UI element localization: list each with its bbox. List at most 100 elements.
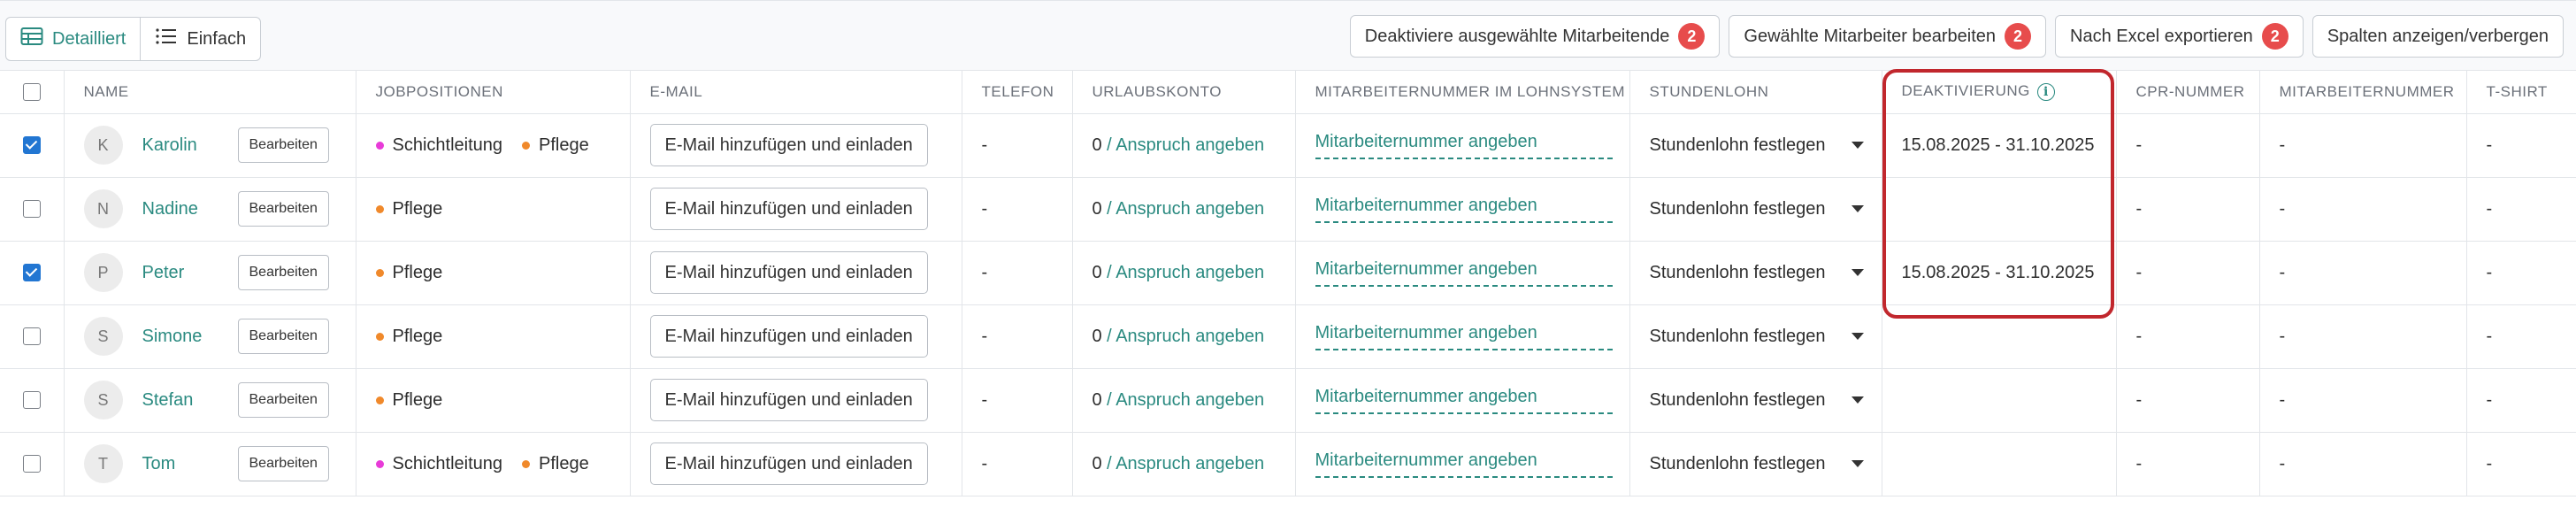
set-employee-number-link[interactable]: Mitarbeiternummer angeben xyxy=(1315,323,1613,350)
row-checkbox[interactable] xyxy=(22,264,41,282)
info-icon[interactable]: i xyxy=(2036,83,2055,101)
set-entitlement-link[interactable]: Anspruch angeben xyxy=(1116,390,1264,410)
job-dot-icon xyxy=(522,142,531,150)
job-tag: Pflege xyxy=(375,327,442,347)
table-row: T Tom Bearbeiten Schichtleitung Pflege E-… xyxy=(0,432,2576,496)
avatar: P xyxy=(83,253,123,292)
job-dot-icon xyxy=(522,460,531,468)
job-dot-icon xyxy=(375,396,384,404)
job-tag: Pflege xyxy=(375,263,442,283)
column-header-cpr[interactable]: CPR-NUMMER xyxy=(2116,71,2260,114)
column-header-tshirt[interactable]: T-SHIRT xyxy=(2466,71,2576,114)
wage-label: Stundenlohn festlegen xyxy=(1649,198,1826,219)
column-header-deactivation-label: DEAKTIVIERUNG xyxy=(1901,82,2030,100)
set-employee-number-link[interactable]: Mitarbeiternummer angeben xyxy=(1315,450,1613,478)
avatar: S xyxy=(83,381,123,419)
phone-cell: - xyxy=(962,113,1073,178)
select-all-checkbox[interactable] xyxy=(22,83,41,101)
row-checkbox[interactable] xyxy=(22,391,41,410)
add-email-invite-button[interactable]: E-Mail hinzufügen und einladen xyxy=(649,315,928,358)
column-header-deactivation[interactable]: DEAKTIVIERUNG i xyxy=(1882,71,2117,114)
vacation-separator: / xyxy=(1101,198,1116,219)
avatar: T xyxy=(83,444,123,483)
row-select-cell xyxy=(0,113,65,178)
set-wage-dropdown[interactable]: Stundenlohn festlegen xyxy=(1650,199,1882,219)
set-entitlement-link[interactable]: Anspruch angeben xyxy=(1116,263,1264,282)
row-checkbox[interactable] xyxy=(22,455,41,473)
vacation-cell: 0 / Anspruch angeben xyxy=(1072,241,1296,305)
avatar: S xyxy=(83,317,123,356)
payroll-number-cell: Mitarbeiternummer angeben xyxy=(1295,304,1630,369)
cpr-cell: - xyxy=(2116,113,2260,178)
column-header-jobs[interactable]: JOBPOSITIONEN xyxy=(356,71,631,114)
column-header-payroll-number[interactable]: MITARBEITERNUMMER IM LOHNSYSTEM xyxy=(1295,71,1630,114)
set-wage-dropdown[interactable]: Stundenlohn festlegen xyxy=(1650,390,1882,411)
set-entitlement-link[interactable]: Anspruch angeben xyxy=(1116,454,1264,473)
job-dot-icon xyxy=(375,333,384,341)
employee-name-link[interactable]: Stefan xyxy=(142,390,238,411)
add-email-invite-button[interactable]: E-Mail hinzufügen und einladen xyxy=(649,251,928,294)
caret-down-icon xyxy=(1851,142,1864,149)
set-employee-number-link[interactable]: Mitarbeiternummer angeben xyxy=(1315,259,1613,287)
employee-name-link[interactable]: Peter xyxy=(142,263,238,283)
employee-name-link[interactable]: Karolin xyxy=(142,135,238,156)
set-entitlement-link[interactable]: Anspruch angeben xyxy=(1116,135,1264,155)
edit-employee-button[interactable]: Bearbeiten xyxy=(237,191,329,227)
row-checkbox[interactable] xyxy=(22,327,41,346)
selection-count-badge: 2 xyxy=(2261,23,2288,50)
add-email-invite-button[interactable]: E-Mail hinzufügen und einladen xyxy=(649,124,928,166)
vacation-separator: / xyxy=(1101,389,1116,410)
set-wage-dropdown[interactable]: Stundenlohn festlegen xyxy=(1650,327,1882,347)
set-wage-dropdown[interactable]: Stundenlohn festlegen xyxy=(1650,454,1882,474)
deactivate-selected-button[interactable]: Deaktiviere ausgewählte Mitarbeitende 2 xyxy=(1349,15,1721,58)
set-employee-number-link[interactable]: Mitarbeiternummer angeben xyxy=(1315,132,1613,159)
column-header-employee-number[interactable]: MITARBEITERNUMMER xyxy=(2259,71,2467,114)
set-employee-number-link[interactable]: Mitarbeiternummer angeben xyxy=(1315,387,1613,414)
column-header-name[interactable]: NAME xyxy=(64,71,356,114)
edit-employee-button[interactable]: Bearbeiten xyxy=(237,382,329,418)
email-cell: E-Mail hinzufügen und einladen xyxy=(630,113,962,178)
column-header-email[interactable]: E-MAIL xyxy=(630,71,962,114)
vacation-cell: 0 / Anspruch angeben xyxy=(1072,304,1296,369)
job-tag: Pflege xyxy=(522,135,589,156)
selection-count-badge: 2 xyxy=(2005,23,2032,50)
jobs-cell: Pflege xyxy=(356,304,631,369)
set-wage-dropdown[interactable]: Stundenlohn festlegen xyxy=(1650,135,1882,156)
edit-employee-button[interactable]: Bearbeiten xyxy=(237,255,329,290)
set-employee-number-link[interactable]: Mitarbeiternummer angeben xyxy=(1315,196,1613,223)
employee-name-link[interactable]: Tom xyxy=(142,454,238,474)
add-email-invite-button[interactable]: E-Mail hinzufügen und einladen xyxy=(649,442,928,485)
toggle-columns-label: Spalten anzeigen/verbergen xyxy=(2327,26,2549,46)
add-email-invite-button[interactable]: E-Mail hinzufügen und einladen xyxy=(649,188,928,230)
job-dot-icon xyxy=(375,142,384,150)
employee-name-link[interactable]: Simone xyxy=(142,327,238,347)
job-tag: Pflege xyxy=(375,390,442,411)
column-header-vacation[interactable]: URLAUBSKONTO xyxy=(1072,71,1296,114)
deactivation-cell: 15.08.2025 - 31.10.2025 xyxy=(1882,241,2117,305)
phone-cell: - xyxy=(962,304,1073,369)
selection-count-badge: 2 xyxy=(1678,23,1706,50)
payroll-number-cell: Mitarbeiternummer angeben xyxy=(1295,113,1630,178)
employee-name-link[interactable]: Nadine xyxy=(142,199,238,219)
row-select-cell xyxy=(0,241,65,305)
set-wage-dropdown[interactable]: Stundenlohn festlegen xyxy=(1650,263,1882,283)
row-checkbox[interactable] xyxy=(22,136,41,155)
row-checkbox[interactable] xyxy=(22,200,41,219)
column-header-wage[interactable]: STUNDENLOHN xyxy=(1629,71,1882,114)
edit-selected-button[interactable]: Gewählte Mitarbeiter bearbeiten 2 xyxy=(1729,15,2047,58)
view-detailed-button[interactable]: Detailliert xyxy=(6,18,140,60)
set-entitlement-link[interactable]: Anspruch angeben xyxy=(1116,327,1264,346)
job-dot-icon xyxy=(375,460,384,468)
edit-employee-button[interactable]: Bearbeiten xyxy=(237,319,329,354)
vacation-cell: 0 / Anspruch angeben xyxy=(1072,177,1296,242)
edit-employee-button[interactable]: Bearbeiten xyxy=(237,446,329,481)
add-email-invite-button[interactable]: E-Mail hinzufügen und einladen xyxy=(649,379,928,421)
toggle-columns-button[interactable]: Spalten anzeigen/verbergen xyxy=(2312,15,2564,58)
deactivation-cell: 15.08.2025 - 31.10.2025 xyxy=(1882,113,2117,178)
column-header-phone[interactable]: TELEFON xyxy=(962,71,1073,114)
edit-employee-button[interactable]: Bearbeiten xyxy=(237,127,329,163)
vacation-balance: 0 xyxy=(1092,262,1102,282)
view-simple-button[interactable]: Einfach xyxy=(140,18,260,60)
set-entitlement-link[interactable]: Anspruch angeben xyxy=(1116,199,1264,219)
export-excel-button[interactable]: Nach Excel exportieren 2 xyxy=(2055,15,2304,58)
